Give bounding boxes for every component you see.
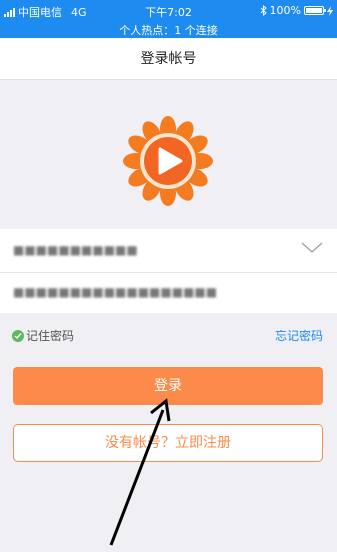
- login-button[interactable]: 登录: [13, 367, 323, 405]
- status-right: 100%: [260, 4, 333, 17]
- battery-percent: 100%: [269, 4, 301, 17]
- check-circle-icon[interactable]: [12, 329, 24, 342]
- hotspot-status: 个人热点：1 个连接: [119, 24, 218, 37]
- nav-bar: 登录帐号: [0, 38, 337, 80]
- battery-icon: [304, 6, 326, 15]
- account-field[interactable]: ■■■■■■■■■■■: [0, 229, 337, 273]
- charging-icon: [327, 5, 333, 16]
- status-bar: 中国电信 4G 下午7:02 100% 个人热点：1 个连接: [0, 0, 337, 38]
- remember-password-label: 记住密码: [26, 329, 75, 343]
- bluetooth-icon: [260, 5, 267, 16]
- password-input[interactable]: ■■■■■■■■■■■■■■■■■■: [13, 285, 217, 299]
- chevron-down-icon[interactable]: [301, 241, 323, 255]
- page-title: 登录帐号: [140, 51, 197, 67]
- password-field[interactable]: ■■■■■■■■■■■■■■■■■■: [0, 273, 337, 313]
- remember-password-checkbox[interactable]: 记住密码: [12, 327, 74, 344]
- app-logo: [122, 115, 214, 207]
- account-input[interactable]: ■■■■■■■■■■■: [13, 243, 138, 257]
- sun-play-logo-icon: [123, 116, 213, 206]
- register-button[interactable]: 没有帐号？立即注册: [13, 424, 323, 462]
- forgot-password-link[interactable]: 忘记密码: [275, 327, 323, 344]
